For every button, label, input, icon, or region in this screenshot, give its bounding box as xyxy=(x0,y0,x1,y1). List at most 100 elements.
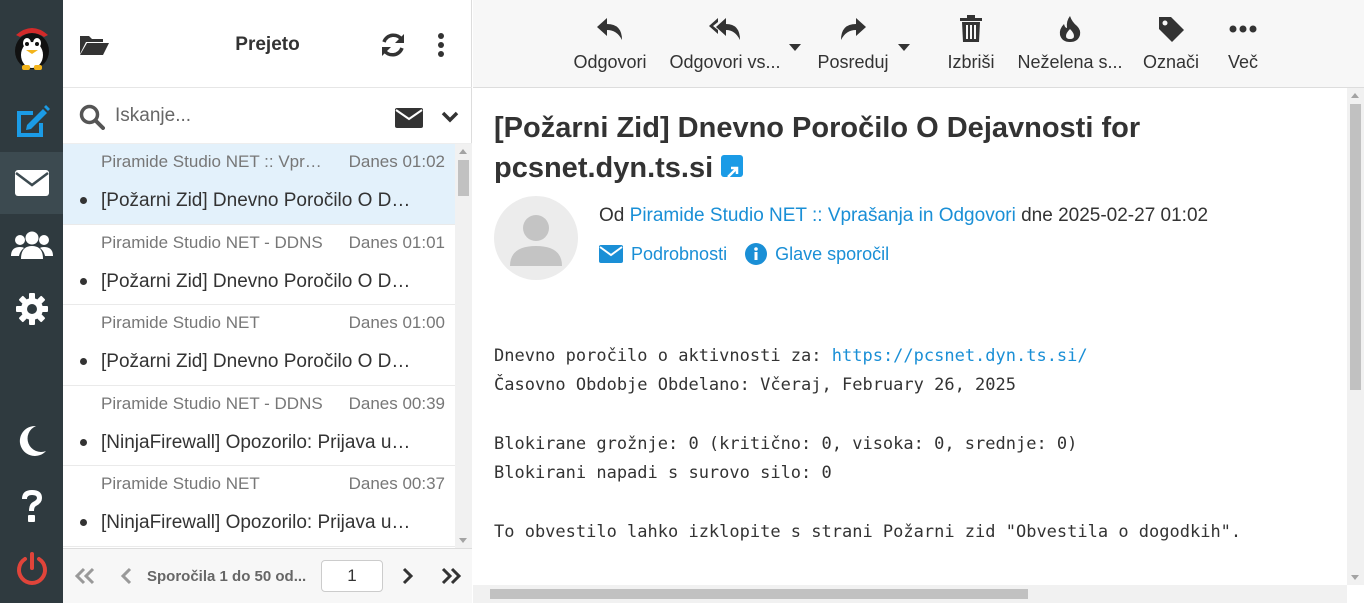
forward-button[interactable]: Posreduj xyxy=(813,14,893,80)
message-body: Dnevno poročilo o aktivnosti za: https:/… xyxy=(494,342,1334,547)
list-item[interactable]: Piramide Studio NET Danes 01:00 [Požarni… xyxy=(63,305,455,386)
pagination-text: Sporočila 1 do 50 od... xyxy=(147,568,307,585)
more-button[interactable]: Več xyxy=(1221,14,1265,80)
message-date: Danes 00:39 xyxy=(348,393,445,413)
logout-button[interactable] xyxy=(0,538,63,600)
reply-all-label: Odgovori vs... xyxy=(669,52,781,72)
open-new-window-icon[interactable] xyxy=(721,155,744,179)
body-line-2: Časovno Obdobje Obdelano: Včeraj, Februa… xyxy=(494,375,1016,396)
list-scrollbar[interactable] xyxy=(455,144,472,548)
search-bar xyxy=(63,88,472,144)
page-number-input[interactable] xyxy=(321,560,383,592)
tag-label: Označi xyxy=(1142,52,1200,72)
list-item[interactable]: Piramide Studio NET Danes 00:37 [NinjaFi… xyxy=(63,466,455,547)
gear-icon xyxy=(15,293,48,325)
message-horizontal-scrollbar[interactable] xyxy=(473,585,1347,603)
next-page-icon[interactable] xyxy=(401,566,415,591)
more-vertical-icon[interactable] xyxy=(437,32,445,63)
message-sender: Piramide Studio NET xyxy=(101,313,260,333)
more-label: Več xyxy=(1227,52,1259,72)
unread-indicator xyxy=(80,519,87,527)
tag-icon xyxy=(1159,17,1184,42)
reply-all-icon xyxy=(709,18,740,40)
delete-button[interactable]: Izbriši xyxy=(943,14,999,80)
message-subject: [Požarni Zid] Dnevno Poročilo O Dejavnos… xyxy=(101,270,413,292)
subject-text: [Požarni Zid] Dnevno Poročilo O Dejavnos… xyxy=(494,112,1141,184)
pagination-bar: Sporočila 1 do 50 od... xyxy=(63,548,472,603)
sender-line: Od Piramide Studio NET :: Vprašanja in O… xyxy=(599,205,1208,227)
message-subject: [Požarni Zid] Dnevno Poročilo O Dejavnos… xyxy=(101,190,413,211)
previous-page-icon[interactable] xyxy=(119,566,133,591)
scroll-down-arrow[interactable] xyxy=(459,538,467,543)
details-link[interactable]: Podrobnosti xyxy=(599,244,727,265)
details-link-label: Podrobnosti xyxy=(631,243,728,264)
sender-link[interactable]: Piramide Studio NET :: Vprašanja in Odgo… xyxy=(630,205,1016,226)
message-subject-heading: [Požarni Zid] Dnevno Poročilo O Dejavnos… xyxy=(494,108,1254,188)
message-date: Danes 00:37 xyxy=(348,474,445,494)
reply-button[interactable]: Odgovori xyxy=(567,14,653,80)
message-subject: [NinjaFirewall] Opozorilo: Prijava upora… xyxy=(101,512,413,534)
reply-all-dropdown-caret[interactable] xyxy=(789,44,801,51)
scroll-down-arrow[interactable] xyxy=(1351,575,1359,580)
unread-indicator xyxy=(80,197,87,204)
tag-button[interactable]: Označi xyxy=(1139,14,1203,80)
message-vertical-scroll-thumb[interactable] xyxy=(1350,104,1361,390)
message-date: Danes 01:00 xyxy=(348,313,445,333)
message-sender: Piramide Studio NET - DDNS xyxy=(101,393,323,413)
refresh-icon[interactable] xyxy=(379,31,407,64)
message-list: Piramide Studio NET :: Vprašanja in Odgo… xyxy=(63,144,455,548)
first-page-icon[interactable] xyxy=(73,566,97,591)
forward-label: Posreduj xyxy=(817,52,889,72)
reply-label: Odgovori xyxy=(573,52,647,72)
trash-icon xyxy=(960,15,982,42)
mail-button[interactable] xyxy=(0,152,63,214)
contacts-button[interactable] xyxy=(0,214,63,276)
search-icon[interactable] xyxy=(79,104,105,135)
message-date-text: dne 2025-02-27 01:02 xyxy=(1021,205,1209,226)
compose-icon xyxy=(16,105,50,137)
message-sender: Piramide Studio NET :: Vprašanja in Odgo… xyxy=(101,152,331,171)
power-icon xyxy=(16,552,47,585)
fire-icon xyxy=(1059,16,1081,42)
list-scroll-thumb[interactable] xyxy=(458,160,469,196)
compose-button[interactable] xyxy=(0,90,63,152)
penguin-logo-icon xyxy=(14,28,49,70)
roundcube-window: Prejeto Iskanje... Piramide Studio NET:… xyxy=(0,0,1364,603)
forward-icon xyxy=(841,18,866,40)
envelope-icon xyxy=(14,170,49,196)
envelope-icon xyxy=(599,245,623,263)
body-line-3: Blokirane grožnje: 0 (kritično: 0, visok… xyxy=(494,433,1078,454)
message-horizontal-scroll-thumb[interactable] xyxy=(490,589,1028,599)
list-item[interactable]: Piramide Studio NET - DDNS Danes 00:39 [… xyxy=(63,386,455,467)
last-page-icon[interactable] xyxy=(439,566,463,591)
list-item[interactable]: Piramide Studio NET - DDNS Danes 01:01 [… xyxy=(63,225,455,306)
unread-indicator xyxy=(80,277,87,285)
reply-icon xyxy=(597,18,622,40)
headers-link[interactable]: Glave sporočil xyxy=(745,243,889,265)
list-header: Prejeto xyxy=(63,0,472,88)
forward-dropdown-caret[interactable] xyxy=(898,44,910,51)
theme-toggle-button[interactable] xyxy=(0,410,63,472)
message-subject: [NinjaFirewall] Opozorilo: Prijava upora… xyxy=(101,431,413,453)
avatar xyxy=(494,196,578,280)
scroll-up-arrow[interactable] xyxy=(1351,93,1359,98)
reply-all-button[interactable]: Odgovori vs... xyxy=(663,14,787,80)
scroll-up-arrow[interactable] xyxy=(459,149,467,154)
message-vertical-scrollbar[interactable] xyxy=(1347,88,1364,585)
message-sender: Piramide Studio NET - DDNS xyxy=(101,232,323,252)
unread-indicator xyxy=(80,358,87,366)
folder-title: Prejeto xyxy=(235,34,300,55)
body-link[interactable]: https://pcsnet.dyn.ts.si/ xyxy=(832,346,1088,366)
app-logo[interactable] xyxy=(0,14,63,80)
help-button[interactable] xyxy=(0,475,63,537)
search-input[interactable] xyxy=(115,102,375,130)
message-subject: [Požarni Zid] Dnevno Poročilo O Dejavnos… xyxy=(101,351,413,373)
help-icon xyxy=(21,490,42,522)
settings-button[interactable] xyxy=(0,278,63,340)
chevron-down-icon[interactable] xyxy=(441,110,459,128)
junk-button[interactable]: Neželena s... xyxy=(1015,14,1125,80)
message-sender: Piramide Studio NET xyxy=(101,474,260,494)
list-item[interactable]: Piramide Studio NET :: Vprašanja in Odgo… xyxy=(63,144,455,225)
detail-links: Podrobnosti Glave sporočil xyxy=(599,243,907,265)
envelope-filter-icon[interactable] xyxy=(395,108,423,133)
